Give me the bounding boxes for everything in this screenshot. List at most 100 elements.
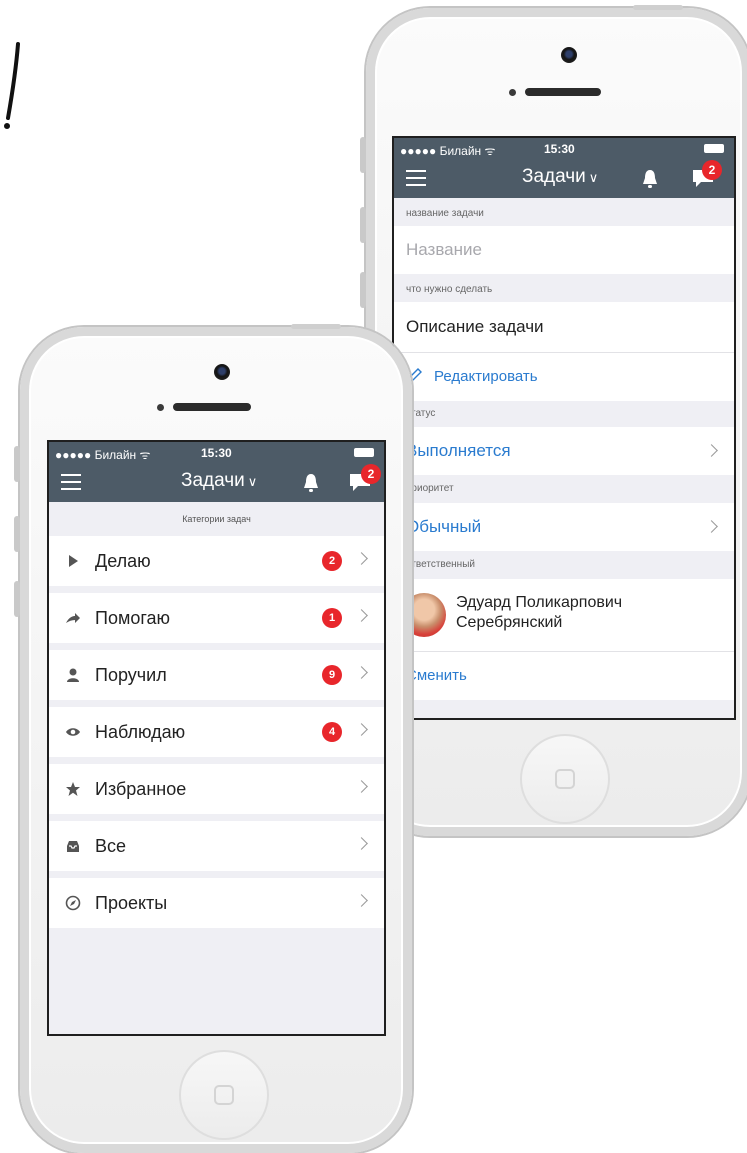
play-icon bbox=[69, 555, 78, 567]
chevron-down-icon: ∨ bbox=[588, 170, 599, 185]
category-favorites[interactable]: Избранное bbox=[49, 764, 384, 814]
status-bar: ●●●●● Билайн ᯤ 15:30 bbox=[394, 138, 734, 160]
count-badge: 9 bbox=[322, 665, 342, 685]
edit-label: Редактировать bbox=[434, 368, 538, 385]
star-icon bbox=[66, 782, 80, 796]
volume-button bbox=[14, 446, 20, 482]
volume-button bbox=[360, 137, 366, 173]
category-label: Поручил bbox=[95, 664, 167, 685]
task-name-placeholder: Название bbox=[406, 240, 482, 259]
priority-select[interactable]: Обычный bbox=[394, 503, 734, 551]
categories-header: Категории задач bbox=[182, 514, 251, 524]
nav-bar: Задачи ∨ 2 bbox=[49, 464, 384, 502]
clock: 15:30 bbox=[544, 142, 575, 156]
category-helping[interactable]: Помогаю 1 bbox=[49, 593, 384, 643]
status-bar: ●●●●● Билайн ᯤ 15:30 bbox=[49, 442, 384, 464]
front-camera bbox=[214, 364, 230, 380]
battery-icon bbox=[354, 448, 374, 457]
category-label: Делаю bbox=[95, 550, 151, 571]
chevron-right-icon bbox=[705, 520, 718, 533]
chevron-right-icon bbox=[355, 723, 368, 736]
category-assigned[interactable]: Поручил 9 bbox=[49, 650, 384, 700]
change-label: Сменить bbox=[406, 667, 467, 684]
nav-title-text: Задачи bbox=[522, 166, 586, 187]
task-description[interactable]: Описание задачи bbox=[394, 302, 734, 352]
category-label: Проекты bbox=[95, 892, 168, 913]
clock: 15:30 bbox=[201, 446, 232, 460]
top-bar: ●●●●● Билайн ᯤ 15:30 Задачи ∨ 2 bbox=[49, 442, 384, 502]
category-label: Все bbox=[95, 835, 127, 856]
responsible-label: ответственный bbox=[406, 559, 475, 570]
bell-icon[interactable] bbox=[301, 472, 321, 494]
responsible-name-line1: Эдуард Поликарпович bbox=[456, 594, 623, 611]
eye-icon bbox=[66, 728, 80, 736]
nav-title[interactable]: Задачи ∨ bbox=[181, 470, 257, 492]
priority-label: приоритет bbox=[406, 483, 454, 494]
top-bar: ●●●●● Билайн ᯤ 15:30 Задачи ∨ 2 bbox=[394, 138, 734, 198]
decorative-stroke bbox=[4, 42, 20, 129]
volume-button bbox=[14, 516, 20, 552]
carrier-label: ●●●●● Билайн ᯤ bbox=[55, 448, 151, 462]
category-projects[interactable]: Проекты bbox=[49, 878, 384, 928]
status-value: Выполняется bbox=[406, 441, 511, 460]
change-responsible-button[interactable]: Сменить bbox=[394, 652, 734, 700]
priority-value: Обычный bbox=[406, 517, 482, 536]
nav-bar: Задачи ∨ 2 bbox=[394, 160, 734, 198]
proximity-sensor bbox=[157, 404, 164, 411]
responsible-name-line2: Серебрянский bbox=[456, 614, 563, 631]
arrow-right-icon bbox=[66, 613, 80, 623]
home-square-icon bbox=[214, 1085, 234, 1105]
phone-right: ●●●●● Билайн ᯤ 15:30 Задачи ∨ 2 название… bbox=[360, 5, 747, 836]
status-select[interactable]: Выполняется bbox=[394, 427, 734, 475]
volume-button bbox=[14, 581, 20, 617]
chevron-right-icon bbox=[355, 552, 368, 565]
power-button bbox=[633, 5, 683, 10]
screen-left: ●●●●● Билайн ᯤ 15:30 Задачи ∨ 2 Категори… bbox=[47, 440, 386, 1036]
volume-button bbox=[360, 272, 366, 308]
responsible-person[interactable]: Эдуард Поликарпович Серебрянский bbox=[394, 579, 734, 651]
hamburger-menu-icon[interactable] bbox=[61, 474, 81, 490]
count-badge: 4 bbox=[322, 722, 342, 742]
home-button[interactable] bbox=[179, 1050, 269, 1140]
inbox-icon bbox=[67, 841, 79, 852]
count-badge: 1 bbox=[322, 608, 342, 628]
task-name-input[interactable]: Название bbox=[394, 226, 734, 274]
home-button[interactable] bbox=[520, 734, 610, 824]
person-icon bbox=[67, 668, 79, 682]
notification-badge: 2 bbox=[702, 160, 722, 180]
category-all[interactable]: Все bbox=[49, 821, 384, 871]
task-description-text: Описание задачи bbox=[406, 317, 544, 336]
category-label: Наблюдаю bbox=[95, 721, 186, 742]
screen-right: ●●●●● Билайн ᯤ 15:30 Задачи ∨ 2 название… bbox=[392, 136, 736, 720]
nav-title[interactable]: Задачи ∨ bbox=[522, 166, 598, 188]
chevron-right-icon bbox=[355, 609, 368, 622]
count-badge: 2 bbox=[322, 551, 342, 571]
earpiece-speaker bbox=[173, 403, 251, 411]
chevron-right-icon bbox=[355, 837, 368, 850]
category-doing[interactable]: Делаю 2 bbox=[49, 536, 384, 586]
notification-badge: 2 bbox=[361, 464, 381, 484]
compass-icon bbox=[65, 895, 81, 911]
chevron-right-icon bbox=[355, 894, 368, 907]
hamburger-menu-icon[interactable] bbox=[406, 170, 426, 186]
category-label: Избранное bbox=[95, 778, 187, 799]
battery-icon bbox=[704, 144, 724, 153]
chevron-right-icon bbox=[355, 666, 368, 679]
volume-button bbox=[360, 207, 366, 243]
edit-button[interactable]: Редактировать bbox=[394, 353, 734, 401]
nav-title-text: Задачи bbox=[181, 470, 245, 491]
home-square-icon bbox=[555, 769, 575, 789]
task-name-label: название задачи bbox=[406, 208, 484, 219]
earpiece-speaker bbox=[525, 88, 601, 96]
status-label: статус bbox=[406, 408, 436, 419]
category-watching[interactable]: Наблюдаю 4 bbox=[49, 707, 384, 757]
phone-left: ●●●●● Билайн ᯤ 15:30 Задачи ∨ 2 Категори… bbox=[14, 324, 412, 1153]
chevron-right-icon bbox=[705, 444, 718, 457]
chevron-down-icon: ∨ bbox=[247, 474, 258, 489]
bell-icon[interactable] bbox=[640, 168, 660, 190]
todo-label: что нужно сделать bbox=[406, 284, 493, 295]
chevron-right-icon bbox=[355, 780, 368, 793]
front-camera bbox=[561, 47, 577, 63]
proximity-sensor bbox=[509, 89, 516, 96]
category-label: Помогаю bbox=[95, 607, 171, 628]
